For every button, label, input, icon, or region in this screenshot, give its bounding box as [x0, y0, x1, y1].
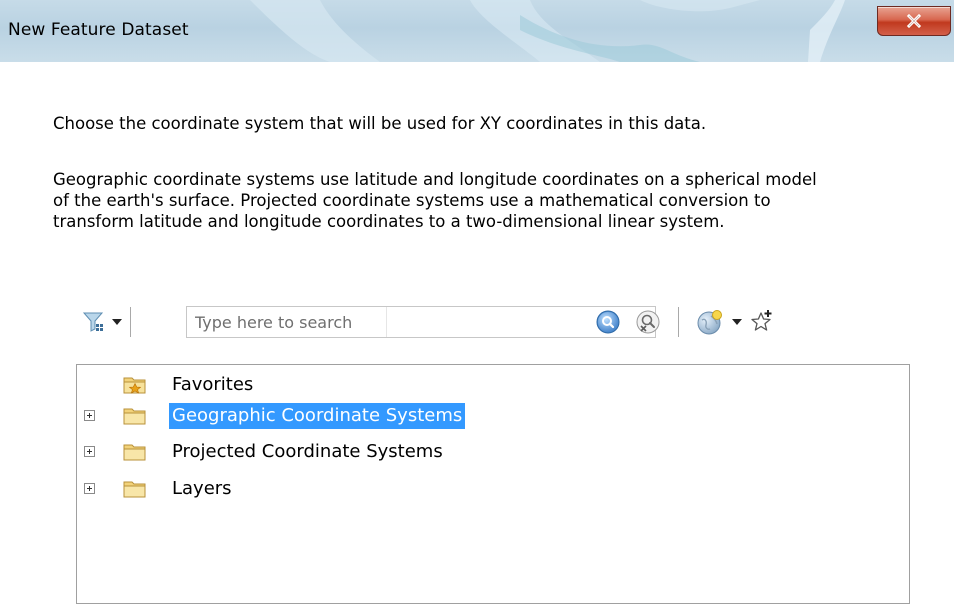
search-input[interactable] — [187, 307, 387, 337]
favorites-folder-icon — [123, 377, 146, 394]
filter-button[interactable] — [80, 308, 108, 336]
expand-toggle[interactable] — [84, 483, 95, 494]
clear-search-icon — [636, 310, 660, 334]
intro-text: Choose the coordinate system that will b… — [53, 114, 707, 133]
tree-item-geographic-coordinate-systems[interactable]: Geographic Coordinate Systems — [77, 403, 677, 429]
window-title: New Feature Dataset — [8, 20, 189, 40]
tree-item-layers[interactable]: Layers — [77, 476, 677, 502]
globe-icon — [697, 310, 722, 335]
coordinate-system-tree[interactable]: Favorites Geographic Coordinate Systems … — [76, 364, 910, 604]
chevron-down-icon — [112, 319, 122, 325]
description-line-1: Geographic coordinate systems use latitu… — [53, 170, 817, 189]
description-line-3: transform latitude and longitude coordin… — [53, 212, 725, 231]
description-line-2: of the earth's surface. Projected coordi… — [53, 191, 771, 210]
magnifier-icon — [596, 310, 620, 334]
search-box[interactable] — [186, 306, 656, 338]
tree-item-favorites[interactable]: Favorites — [77, 372, 677, 398]
title-bar[interactable]: New Feature Dataset — [0, 0, 954, 62]
chevron-down-icon — [732, 319, 742, 325]
filter-icon — [82, 312, 104, 332]
clear-search-button[interactable] — [632, 306, 664, 338]
tree-item-label: Projected Coordinate Systems — [172, 441, 443, 462]
toolbar-separator — [678, 307, 679, 337]
toolbar-separator — [130, 307, 131, 337]
folder-icon — [123, 408, 146, 425]
tree-item-projected-coordinate-systems[interactable]: Projected Coordinate Systems — [77, 439, 677, 465]
close-button[interactable] — [877, 6, 951, 36]
filter-dropdown-arrow[interactable] — [110, 316, 124, 328]
folder-icon — [123, 481, 146, 498]
folder-icon — [123, 444, 146, 461]
tree-item-label: Favorites — [172, 374, 254, 395]
close-icon — [906, 14, 922, 28]
tree-item-label: Geographic Coordinate Systems — [169, 403, 466, 429]
search-button[interactable] — [592, 306, 624, 338]
expand-toggle[interactable] — [84, 410, 95, 421]
add-coordinate-system-button[interactable] — [694, 306, 726, 338]
globe-dropdown-arrow[interactable] — [730, 316, 744, 328]
coordinate-toolbar — [80, 298, 840, 348]
add-favorite-star-icon — [751, 310, 772, 331]
add-to-favorites-button[interactable] — [746, 306, 778, 338]
expand-toggle[interactable] — [84, 446, 95, 457]
tree-item-label: Layers — [172, 478, 232, 499]
